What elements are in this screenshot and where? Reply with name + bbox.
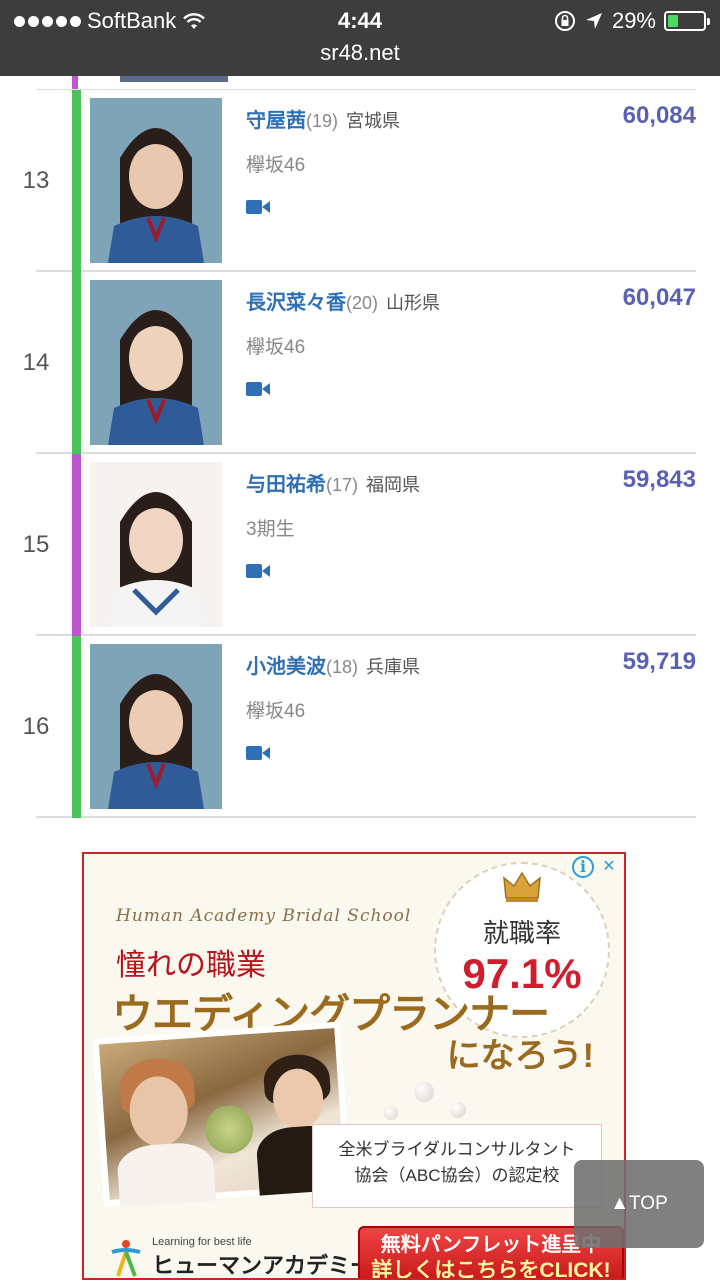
video-camera-icon[interactable]: [246, 562, 270, 580]
ad-logo-tagline: Learning for best life: [152, 1236, 252, 1248]
member-group: 3期生: [246, 519, 295, 540]
member-photo[interactable]: [90, 98, 222, 263]
member-photo[interactable]: [90, 280, 222, 445]
location-arrow-icon: [585, 13, 602, 29]
ad-certification: 全米ブライダルコンサルタント 協会（ABC協会）の認定校: [312, 1124, 602, 1208]
ranking-list: 13 守屋茜(19) 宮城県 欅坂46 60,084 14 長沢菜々香(20) …: [0, 76, 720, 818]
ad-badge-label: 就職率: [482, 919, 561, 949]
member-name[interactable]: 守屋茜: [246, 110, 306, 132]
battery-percent: 29%: [611, 8, 656, 33]
vote-count: 59,719: [622, 648, 696, 675]
rank-number: 14: [22, 349, 50, 376]
ad-logo-name: ヒューマンアカデミー: [152, 1253, 373, 1278]
url-bar[interactable]: sr48.net: [0, 40, 720, 66]
member-prefecture: 福岡県: [366, 475, 421, 495]
group-color-bar: [72, 454, 81, 636]
member-age: (18): [326, 657, 359, 677]
back-to-top-button[interactable]: ▲TOP: [574, 1160, 704, 1248]
group-color-bar: [72, 272, 81, 454]
crown-icon: [503, 871, 541, 902]
member-photo[interactable]: [90, 462, 222, 627]
member-photo[interactable]: [90, 644, 222, 809]
ranking-row[interactable]: 14 長沢菜々香(20) 山形県 欅坂46 60,047: [23, 272, 696, 454]
member-prefecture: 兵庫県: [366, 657, 421, 677]
vote-count: 60,084: [622, 102, 696, 129]
member-age: (17): [326, 475, 359, 495]
pearl-decoration: [384, 1106, 398, 1120]
ad-cert-line1: 全米ブライダルコンサルタント: [338, 1140, 576, 1159]
status-bar: SoftBank 4:44 29% sr48.net: [0, 0, 720, 76]
member-prefecture: 宮城県: [346, 111, 401, 131]
member-prefecture: 山形県: [386, 293, 441, 313]
rotation-lock-icon: [554, 11, 575, 31]
ad-logo: Learning for best life ヒューマンアカデミー: [108, 1236, 373, 1278]
video-camera-icon[interactable]: [246, 744, 270, 762]
ranking-row[interactable]: 16 小池美波(18) 兵庫県 欅坂46 59,719: [23, 636, 696, 818]
rank-number: 16: [22, 713, 50, 740]
rank-number: 15: [22, 531, 50, 558]
member-age: (19): [306, 111, 339, 131]
vote-count: 60,047: [622, 284, 696, 311]
member-name[interactable]: 与田祐希: [246, 474, 326, 496]
rank-number: 13: [22, 167, 50, 194]
video-camera-icon[interactable]: [246, 198, 270, 216]
ad-cert-line2: 協会（ABC協会）の認定校: [354, 1166, 560, 1185]
ad-school-name: Human Academy Bridal School: [116, 906, 412, 926]
member-info: 長沢菜々香(20) 山形県: [246, 286, 440, 315]
member-info: 与田祐希(17) 福岡県: [246, 468, 420, 497]
vote-count: 59,843: [622, 466, 696, 493]
ranking-row[interactable]: 13 守屋茜(19) 宮城県 欅坂46 60,084: [23, 90, 696, 272]
member-group: 欅坂46: [246, 155, 306, 176]
ad-subtitle: になろう!: [446, 1037, 594, 1075]
pearl-decoration: [450, 1102, 466, 1118]
video-camera-icon[interactable]: [246, 380, 270, 398]
member-age: (20): [346, 293, 379, 313]
member-name[interactable]: 小池美波: [246, 656, 326, 678]
member-info: 小池美波(18) 兵庫県: [246, 650, 420, 679]
group-color-bar: [72, 636, 81, 818]
ad-cta-line2: 詳しくはこちらをCLICK!: [371, 1259, 611, 1280]
advertisement-banner[interactable]: i ✕ Human Academy Bridal School 就職率 97.1…: [82, 852, 626, 1280]
battery-icon: [664, 11, 710, 31]
ad-headline: 憧れの職業: [116, 948, 266, 983]
member-info: 守屋茜(19) 宮城県: [246, 104, 400, 133]
previous-row-fragment: [36, 76, 696, 90]
pearl-decoration: [414, 1082, 434, 1102]
group-color-bar: [72, 90, 81, 272]
member-group: 欅坂46: [246, 337, 306, 358]
member-name[interactable]: 長沢菜々香: [246, 292, 346, 314]
ranking-row[interactable]: 15 与田祐希(17) 福岡県 3期生 59,843: [23, 454, 696, 636]
member-group: 欅坂46: [246, 701, 306, 722]
human-academy-logo-icon: [111, 1240, 141, 1277]
